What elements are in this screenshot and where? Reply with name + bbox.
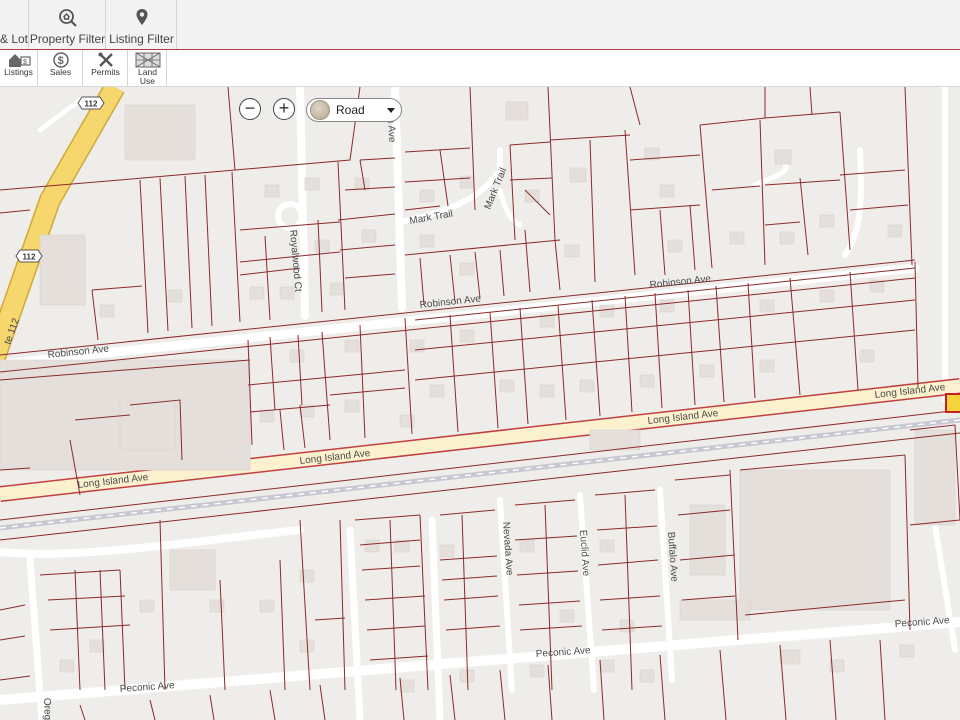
- highlighted-parcel[interactable]: [945, 393, 960, 413]
- parcel-map[interactable]: 112 112 te 112 Robinson Ave Robinson Ave…: [0, 87, 960, 720]
- dollar-icon: $: [52, 52, 69, 68]
- tab-lot[interactable]: & Lot: [0, 0, 29, 49]
- route-shield-112-top: 112: [77, 96, 105, 110]
- land-use-label-line2: Use: [139, 76, 156, 86]
- globe-icon: [310, 100, 330, 120]
- tools-icon: [97, 52, 115, 68]
- route-shield-112-mid-label: 112: [23, 253, 36, 262]
- sales-label: Sales: [49, 67, 72, 77]
- route-shield-112-top-label: 112: [85, 100, 98, 109]
- basemap-select[interactable]: Road: [306, 98, 402, 122]
- zoom-in-button[interactable]: +: [273, 98, 295, 120]
- tab-lot-label: & Lot: [0, 32, 29, 46]
- map-pin-icon: [135, 8, 149, 26]
- listings-button[interactable]: $ Listings: [0, 50, 38, 86]
- land-use-button[interactable]: Land Use: [129, 50, 167, 86]
- tab-listing-filter-label: Listing Filter: [109, 32, 174, 46]
- permits-button[interactable]: Permits: [84, 50, 128, 86]
- sales-button[interactable]: $ Sales: [39, 50, 83, 86]
- house-search-icon: [58, 8, 78, 27]
- permits-label: Permits: [91, 67, 120, 77]
- tab-listing-filter[interactable]: Listing Filter: [107, 0, 177, 49]
- zoom-out-button[interactable]: −: [239, 98, 261, 120]
- basemap-select-value: Road: [336, 103, 365, 117]
- tab-property-filter-label: Property Filter: [29, 32, 106, 46]
- land-use-label: Land Use: [138, 68, 157, 86]
- route-shield-112-mid: 112: [15, 249, 43, 263]
- chevron-down-icon: [387, 107, 395, 113]
- tab-property-filter[interactable]: Property Filter: [30, 0, 106, 49]
- layer-toolbar: $ Listings $ Sales Permits Land Use: [0, 50, 960, 87]
- top-toolbar: & Lot Property Filter Listing Filter: [0, 0, 960, 50]
- svg-text:$: $: [23, 59, 27, 66]
- listings-label: Listings: [4, 67, 33, 77]
- house-listing-icon: $: [7, 52, 31, 68]
- grid-land-use-icon: [135, 52, 161, 68]
- svg-text:$: $: [57, 55, 63, 67]
- label-oreg: Oreg: [41, 698, 53, 720]
